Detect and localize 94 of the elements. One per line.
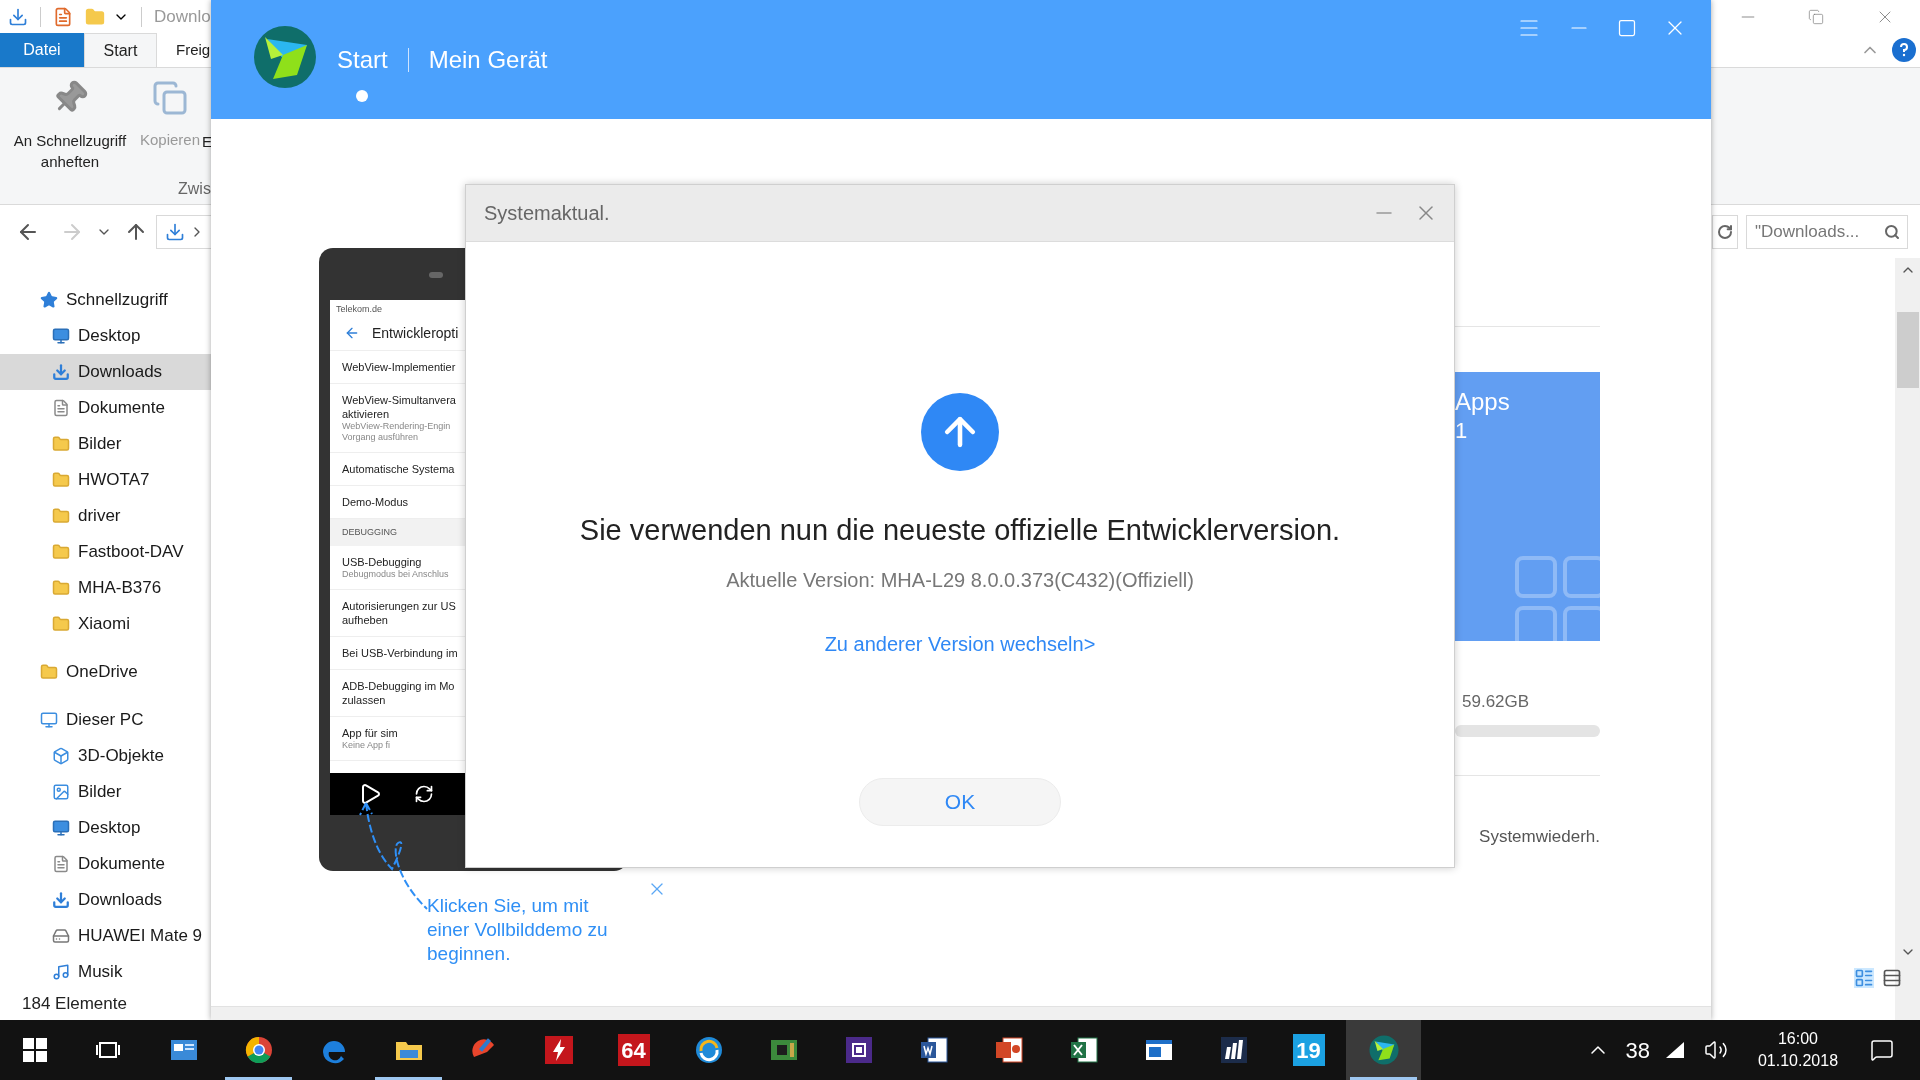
tree-item[interactable]: MHA-B376 bbox=[0, 570, 211, 606]
folder-icon bbox=[52, 543, 70, 561]
ribbon-button[interactable]: E bbox=[200, 76, 213, 152]
app-logo bbox=[253, 25, 317, 89]
tree-item[interactable]: HUAWEI Mate 9 bbox=[0, 918, 211, 954]
tree-item[interactable]: Dokumente bbox=[0, 846, 211, 882]
taskbar-app-button[interactable] bbox=[1346, 1020, 1421, 1080]
desktop-folder-icon bbox=[52, 819, 70, 837]
bar-chart-icon bbox=[1218, 1035, 1249, 1065]
storage-label: 59.62GB bbox=[1462, 691, 1531, 713]
document-icon bbox=[52, 855, 70, 873]
folder-icon bbox=[52, 435, 70, 453]
maximize-icon[interactable] bbox=[1617, 18, 1637, 38]
version-text: Aktuelle Version: MHA-L29 8.0.0.373(C432)(Offiziell) bbox=[726, 567, 1194, 593]
grid-icon bbox=[1515, 556, 1600, 641]
volume-icon[interactable] bbox=[1704, 1038, 1728, 1062]
tree-item[interactable]: driver bbox=[0, 498, 211, 534]
back-icon[interactable] bbox=[344, 325, 360, 341]
tree-item[interactable]: Desktop bbox=[0, 318, 211, 354]
app-tile: 19 bbox=[1292, 1034, 1325, 1066]
spreadsheet-app-icon bbox=[1068, 1035, 1099, 1065]
download-folder-icon bbox=[52, 891, 70, 909]
switch-version-link[interactable]: Zu anderer Version wechseln> bbox=[824, 628, 1096, 659]
ribbon-button[interactable]: An Schnellzugriff anheften bbox=[2, 76, 138, 172]
tree-item[interactable]: 3D-Objekte bbox=[0, 738, 211, 774]
tree-item[interactable]: Schnellzugriff bbox=[0, 282, 211, 318]
cube-icon bbox=[52, 747, 70, 765]
tree-item[interactable]: HWOTA7 bbox=[0, 462, 211, 498]
dialog-title: Systemaktual. bbox=[484, 201, 610, 226]
window-title: Downlo bbox=[154, 6, 211, 29]
document-icon bbox=[52, 399, 70, 417]
tree-item[interactable]: Dokumente bbox=[0, 390, 211, 426]
folder-icon bbox=[52, 471, 70, 489]
lightning-icon bbox=[543, 1035, 574, 1065]
demo-hint: Klicken Sie, um mit einer Vollbilddemo zu beginnen. bbox=[427, 894, 609, 966]
tree-item[interactable]: Desktop bbox=[0, 810, 211, 846]
browser-icon bbox=[243, 1035, 274, 1065]
folder-icon bbox=[52, 507, 70, 525]
card-title: Apps bbox=[1455, 387, 1510, 417]
refresh-icon bbox=[1717, 223, 1733, 240]
start-icon[interactable] bbox=[23, 1038, 47, 1062]
taskbar-app-button[interactable]: 64 bbox=[596, 1020, 671, 1080]
restore-link[interactable]: Systemwiederh. bbox=[1455, 823, 1600, 849]
tree-item[interactable]: OneDrive bbox=[0, 654, 211, 690]
tree-item[interactable]: Musik bbox=[0, 954, 211, 990]
tree-item[interactable]: Bilder bbox=[0, 426, 211, 462]
search-field[interactable]: "Downloads... bbox=[1746, 214, 1908, 249]
star-icon bbox=[40, 291, 58, 309]
scrollbar-thumb[interactable] bbox=[1896, 312, 1919, 388]
sync-icon bbox=[693, 1035, 724, 1065]
folder-icon bbox=[52, 615, 70, 633]
tree-item[interactable]: Fastboot-DAV bbox=[0, 534, 211, 570]
group-label: Zwis bbox=[178, 179, 212, 199]
notification-icon[interactable] bbox=[1870, 1038, 1894, 1062]
tiles-view-icon[interactable] bbox=[1881, 968, 1902, 988]
network-icon[interactable] bbox=[1664, 1040, 1686, 1060]
chip-icon bbox=[843, 1035, 874, 1065]
ribbon-tab[interactable]: Freig bbox=[157, 33, 211, 67]
item-count: 184 Elemente bbox=[22, 992, 128, 1015]
temperature-label[interactable]: 38 bbox=[1625, 1033, 1650, 1067]
app-logo-icon bbox=[1368, 1035, 1399, 1065]
folder-icon bbox=[52, 579, 70, 597]
desktop-folder-icon bbox=[52, 327, 70, 345]
screen-title: Entwickleropti bbox=[372, 323, 459, 343]
carrier-label: Telekom.de bbox=[335, 303, 384, 316]
task-view-icon[interactable] bbox=[95, 1039, 121, 1061]
quick-folder-icon[interactable] bbox=[8, 7, 28, 27]
music-icon bbox=[52, 963, 70, 981]
file-menu-tab[interactable]: Datei bbox=[0, 33, 84, 67]
slides-app-icon bbox=[993, 1035, 1024, 1065]
tree-item[interactable]: Downloads bbox=[0, 354, 211, 390]
folder-icon bbox=[40, 663, 58, 681]
refresh-icon[interactable] bbox=[414, 784, 434, 804]
document-app-icon bbox=[918, 1035, 949, 1065]
details-view-icon[interactable] bbox=[1853, 968, 1874, 988]
clock[interactable]: 16:00 01.10.2018 bbox=[1750, 1028, 1846, 1072]
app-tile: 64 bbox=[617, 1034, 650, 1066]
card-value: 1 bbox=[1455, 417, 1468, 445]
tree-item[interactable]: Xiaomi bbox=[0, 606, 211, 642]
tree-item[interactable]: Dieser PC bbox=[0, 702, 211, 738]
setting-subtitle: Keine App fi bbox=[342, 740, 392, 751]
tree-item[interactable]: Downloads bbox=[0, 882, 211, 918]
setting-subtitle: WebView-Rendering-Engin Vorgang ausführen bbox=[342, 420, 452, 443]
drive-icon bbox=[52, 927, 70, 945]
tree-item[interactable]: Bilder bbox=[0, 774, 211, 810]
search-icon bbox=[1884, 223, 1900, 240]
refresh-button[interactable] bbox=[1712, 214, 1738, 249]
setting-subtitle: Debugmodus bei Anschlus bbox=[342, 569, 450, 580]
properties-icon[interactable] bbox=[53, 7, 73, 27]
help-icon[interactable] bbox=[1892, 38, 1916, 62]
pictures-icon bbox=[52, 783, 70, 801]
ribbon-tab[interactable]: Start bbox=[84, 33, 157, 67]
computer-icon bbox=[40, 711, 58, 729]
download-folder-icon bbox=[52, 363, 70, 381]
